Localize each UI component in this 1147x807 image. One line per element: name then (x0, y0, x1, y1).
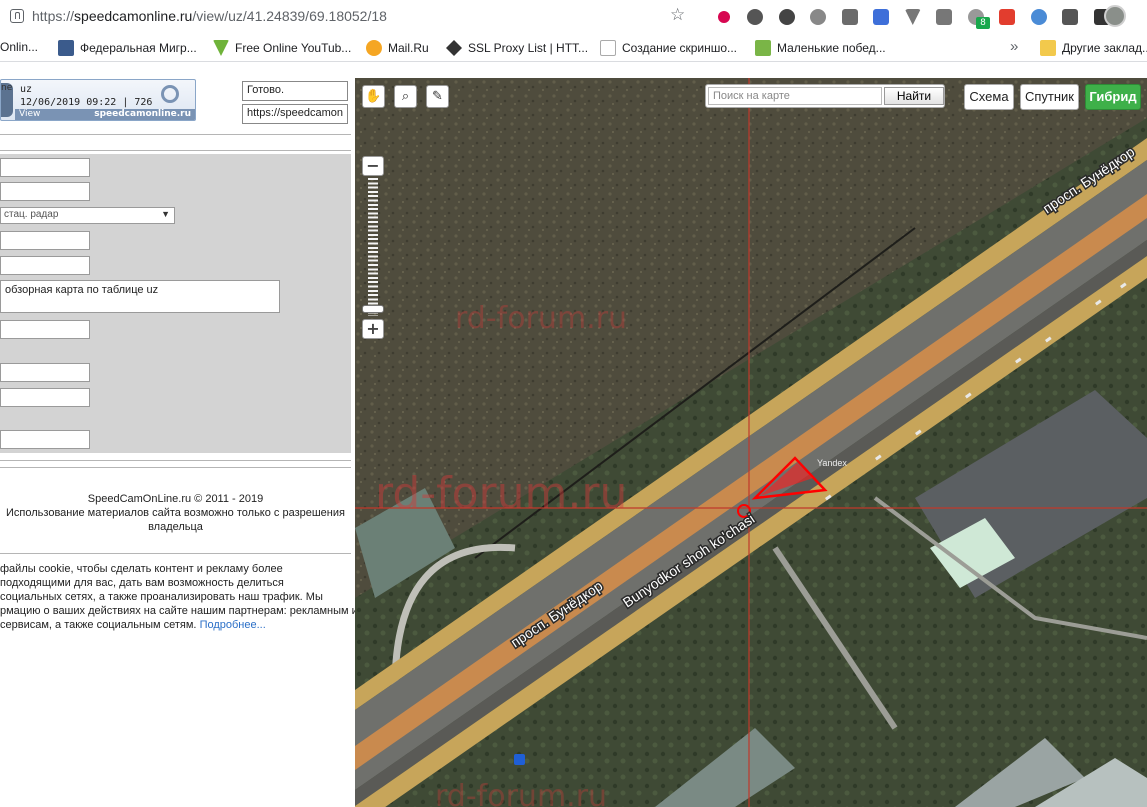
lock-icon[interactable] (10, 9, 24, 23)
zoom-out-button[interactable]: − (362, 156, 384, 176)
bookmark-icon (600, 40, 616, 56)
link-field[interactable]: https://speedcamon (242, 104, 348, 124)
map-search-button[interactable]: Найти (884, 87, 944, 105)
zoom-control: − + (362, 156, 384, 342)
profile-avatar[interactable] (1104, 5, 1126, 27)
chevron-more-icon[interactable]: » (1010, 38, 1018, 55)
bookmark-icon (755, 40, 771, 56)
ruler-icon: ✎ (432, 89, 443, 104)
map-view[interactable]: просп. Бунёдкор Bunyodkor shoh ko'chasi … (355, 78, 1147, 807)
vpn-extension-icon[interactable] (897, 6, 929, 28)
bookmark-item[interactable]: Федеральная Мигр... (58, 40, 197, 56)
bookmark-icon (213, 40, 229, 56)
extension-toolbar (708, 6, 1118, 28)
form-input[interactable] (0, 363, 90, 382)
layer-satellite-button[interactable]: Спутник (1020, 84, 1079, 110)
bookmark-item[interactable]: Free Online YouTub... (213, 40, 351, 56)
divider (0, 467, 351, 468)
divider (0, 134, 351, 135)
hand-tool-button[interactable]: ✋ (362, 85, 385, 108)
ruler-button[interactable]: ✎ (426, 85, 449, 108)
bookmark-item[interactable]: Mail.Ru (366, 40, 429, 56)
logo-text: uz 12/06/2019 09:22 | 726 (20, 84, 153, 108)
url-field[interactable]: https://speedcamonline.ru/view/uz/41.248… (32, 8, 387, 24)
divider (0, 553, 351, 554)
copyright-block: SpeedCamOnLine.ru © 2011 - 2019 Использо… (6, 493, 345, 533)
zoom-area-button[interactable]: ⌕ (394, 85, 417, 108)
table-extension-icon[interactable] (1055, 6, 1087, 28)
watermark: rd-forum.ru (455, 301, 627, 336)
folder-icon (1040, 40, 1056, 56)
watermark: rd-forum.ru (375, 468, 627, 519)
extension-badge: 8 (976, 17, 990, 29)
camera-type-select[interactable]: стац. радар (0, 207, 175, 224)
form-input[interactable] (0, 231, 90, 250)
form-input[interactable] (0, 182, 90, 201)
cookie-notice: файлы cookie, чтобы сделать контент и ре… (0, 563, 355, 631)
map-search: Найти (705, 84, 945, 108)
bookmark-item[interactable]: SSL Proxy List | HTT... (446, 40, 588, 56)
dark-circle-extension-icon[interactable] (771, 6, 803, 28)
satellite-map: просп. Бунёдкор Bunyodkor shoh ko'chasi … (355, 78, 1147, 807)
poi-label: Yandex (817, 458, 847, 468)
lens-icon (161, 85, 179, 103)
divider (0, 150, 351, 151)
address-bar: https://speedcamonline.ru/view/uz/41.248… (0, 0, 1147, 34)
bookmark-icon (446, 40, 462, 56)
zoom-in-button[interactable]: + (362, 319, 384, 339)
divider (0, 460, 351, 461)
circle-extension-icon[interactable] (740, 6, 772, 28)
camera-extension-icon[interactable] (929, 6, 961, 28)
minus-icon: − (366, 156, 380, 175)
bookmark-star-icon[interactable]: ☆ (670, 5, 685, 25)
more-link[interactable]: Подробнее... (200, 619, 266, 631)
bookmark-icon (366, 40, 382, 56)
debian-extension-icon[interactable] (708, 6, 740, 28)
form-input[interactable] (0, 430, 90, 449)
bookmark-item[interactable]: Маленькие побед... (755, 40, 886, 56)
zoom-track[interactable] (368, 178, 378, 316)
bookmark-icon (58, 40, 74, 56)
map-search-input[interactable] (708, 87, 882, 105)
magnifier-icon: ⌕ (401, 89, 410, 104)
bookmark-item[interactable]: Onlin... (0, 40, 38, 54)
form-input[interactable] (0, 320, 90, 339)
other-bookmarks[interactable]: Другие заклад... (1040, 40, 1147, 56)
puzzle-extension-icon[interactable] (866, 6, 898, 28)
layer-scheme-button[interactable]: Схема (964, 84, 1014, 110)
left-panel: ne uz 12/06/2019 09:22 | 726 speedcamonl… (0, 63, 355, 807)
plus-icon: + (366, 319, 380, 338)
site-logo[interactable]: ne uz 12/06/2019 09:22 | 726 speedcamonl… (0, 79, 196, 121)
watermark: rd-forum.ru (435, 779, 607, 807)
transit-stop-icon[interactable] (514, 754, 525, 765)
bookmark-item[interactable]: Создание скриншо... (600, 40, 737, 56)
skype-extension-icon[interactable] (803, 6, 835, 28)
status-field: Готово. (242, 81, 348, 101)
form-input[interactable] (0, 256, 90, 275)
camera-form: стац. радар обзорная карта по таблице uz (0, 154, 351, 453)
description-textarea[interactable]: обзорная карта по таблице uz (0, 280, 280, 313)
shield-extension-icon[interactable] (992, 6, 1024, 28)
logo-footer: speedcamonline.ru View (15, 109, 195, 120)
globe-extension-icon[interactable] (1023, 6, 1055, 28)
hand-icon: ✋ (365, 89, 382, 104)
form-input[interactable] (0, 388, 90, 407)
grid-extension-icon[interactable] (834, 6, 866, 28)
zoom-slider-handle[interactable] (362, 304, 384, 313)
form-input[interactable] (0, 158, 90, 177)
bookmarks-bar: Onlin... Федеральная Мигр... Free Online… (0, 34, 1147, 62)
layer-hybrid-button[interactable]: Гибрид (1085, 84, 1141, 110)
